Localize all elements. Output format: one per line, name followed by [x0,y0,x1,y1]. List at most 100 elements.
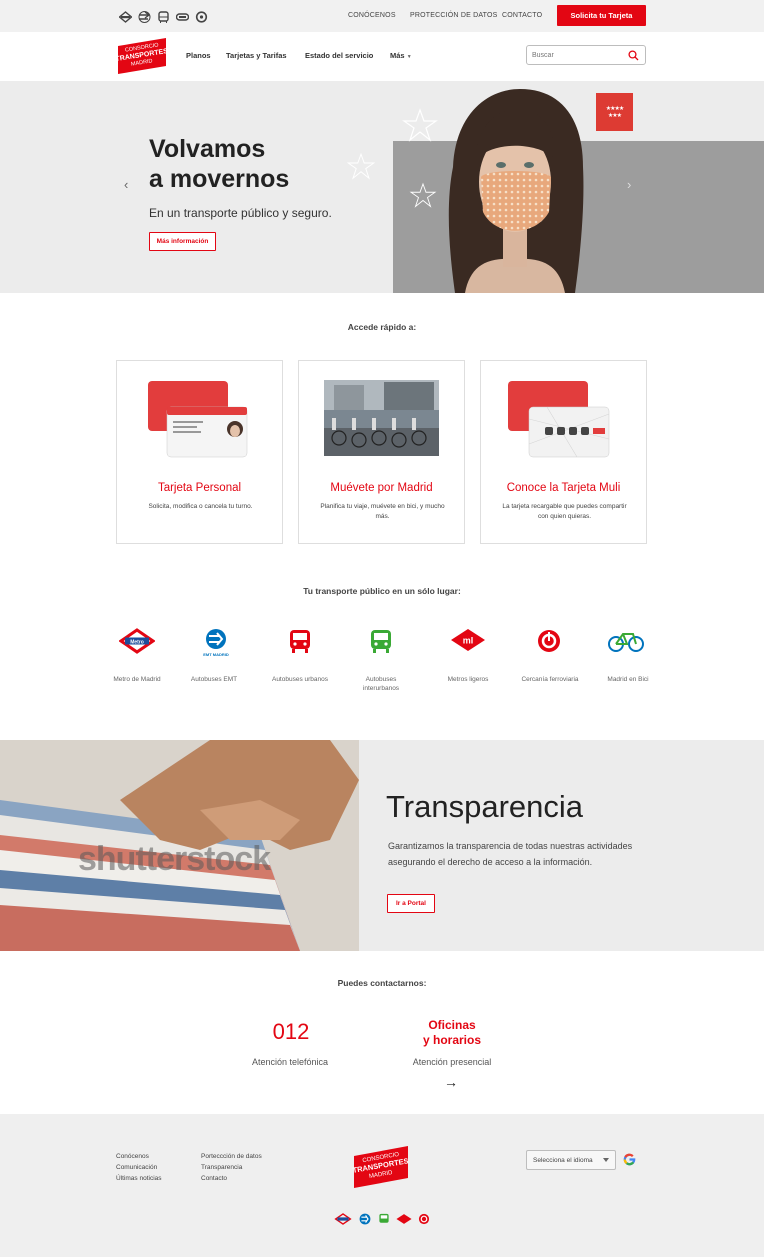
emt-icon: EMT MADRID [203,629,229,657]
arrow-right-icon[interactable]: → [444,1074,458,1090]
phone-number[interactable]: 012 [261,1019,321,1045]
footer-link-ultimas-noticias[interactable]: Últimas noticias [116,1175,162,1182]
mode-metros-ligeros[interactable]: ml [438,628,498,657]
footer-transport-icons [334,1213,430,1225]
mode-label: Autobuses interurbanos [362,676,400,692]
google-icon[interactable] [622,1152,637,1167]
top-link-proteccion-datos[interactable]: PROTECCIÓN DE DATOS [410,12,498,19]
transparency-text: Garantizamos la transparencia de todas n… [388,841,633,867]
transport-title: Tu transporte público en un sólo lugar: [303,586,461,596]
carousel-next-arrow-icon[interactable]: › [627,177,631,192]
mode-madrid-bici[interactable] [596,628,656,659]
mode-label: Metros ligeros [447,676,489,683]
language-select-label: Selecciona el idioma [533,1156,593,1164]
card-title: Conoce la Tarjeta Muli [506,482,621,494]
top-link-conocenos[interactable]: CONÓCENOS [348,12,396,19]
metro-icon[interactable] [118,10,133,23]
caret-down-icon [603,1158,609,1162]
nav-estado-servicio[interactable]: Estado del servicio [305,51,373,60]
mode-cercanias[interactable] [519,628,579,659]
comunidad-madrid-flag-icon: ★★★★ ★★★ [596,93,633,131]
mode-autobuses-emt[interactable]: EMT MADRID [186,628,246,663]
mode-label: Cercanía ferroviaria [521,676,579,683]
main-header [0,32,764,81]
metro-diamond-icon[interactable] [334,1213,352,1225]
nav-tarjetas-tarifas[interactable]: Tarjetas y Tarifas [226,51,287,60]
top-transport-icons [118,10,208,23]
red-bus-icon [290,630,310,653]
green-bus-icon[interactable] [378,1213,390,1225]
footer-link-contacto[interactable]: Contacto [201,1175,227,1182]
mas-informacion-button[interactable]: Más información [149,232,216,251]
tarjeta-personal-image [148,381,248,458]
green-bus-icon [371,630,391,653]
star-decoration-icon [346,152,376,180]
metro-diamond-icon: Metro [118,628,156,654]
nav-mas-label: Más [390,51,405,60]
documents-stack-image: shutterstock [0,740,359,951]
offices-line2: y horarios [422,1033,482,1047]
tram-icon[interactable] [175,10,190,22]
quick-access-title: Accede rápido a: [347,322,417,332]
card-title: Muévete por Madrid [330,482,433,494]
mode-label: Autobuses EMT [190,676,238,683]
svg-text:ml: ml [463,636,474,646]
carousel-prev-arrow-icon[interactable]: ‹ [124,177,128,192]
oficinas-horarios-link[interactable]: Oficinas y horarios [412,1018,492,1048]
cercanias-icon [538,630,560,652]
hero-title-line1: Volvamos [149,135,266,163]
nav-planos[interactable]: Planos [186,51,211,60]
footer-link-transparencia[interactable]: Transparencia [201,1164,242,1171]
footer-link-conocenos[interactable]: Conócenos [116,1153,149,1160]
metro-ligero-icon: ml [451,629,485,651]
svg-text:Metro: Metro [130,639,144,645]
solicita-tarjeta-button[interactable]: Solicita tu Tarjeta [557,5,646,26]
mode-metro-madrid[interactable]: Metro [107,628,167,659]
card-title: Tarjeta Personal [157,482,242,494]
top-utility-bar: CONÓCENOS PROTECCIÓN DE DATOS CONTACTO S… [0,0,764,32]
card-tarjeta-personal[interactable]: Tarjeta Personal Solicita, modifica o ca… [116,360,283,544]
bicimad-station-image [324,380,439,456]
tarjeta-muli-image [508,381,610,458]
hero-banner: ★★★★ ★★★ [0,81,764,293]
bicycle-icon [608,633,644,652]
contact-title: Puedes contactarnos: [337,978,427,988]
hero-woman-image [448,89,584,293]
svg-text:EMT MADRID: EMT MADRID [203,652,229,657]
transparency-title: Transparencia [386,789,584,824]
consorcio-logo[interactable]: CONSORCIO TRANSPORTES MADRID [115,36,169,76]
cercanias-arrows-icon[interactable] [138,10,151,23]
footer-link-proteccion-datos[interactable]: Porteccción de datos [201,1153,262,1160]
emt-icon[interactable] [358,1213,372,1225]
card-muevete-madrid[interactable]: Muévete por Madrid Planifica tu viaje, m… [298,360,465,544]
footer-consorcio-logo[interactable]: CONSORCIO TRANSPORTES MADRID [352,1144,410,1190]
top-link-contacto[interactable]: CONTACTO [502,12,542,19]
hero-subtitle: En un transporte público y seguro. [149,206,332,220]
search-icon[interactable] [628,50,639,61]
footer-link-comunicacion[interactable]: Comunicación [116,1164,157,1171]
nav-mas[interactable]: Más ▼ [390,51,412,60]
mode-label: Metro de Madrid [113,676,161,683]
card-tarjeta-muli[interactable]: Conoce la Tarjeta Muli La tarjeta recarg… [480,360,647,544]
search-input[interactable] [532,50,624,61]
mode-autobuses-urbanos[interactable] [270,628,330,659]
bus-icon[interactable] [157,10,170,23]
renfe-icon[interactable] [195,10,208,23]
mode-label: Madrid en Bici [607,676,649,683]
ir-a-portal-button[interactable]: Ir a Portal [387,894,435,913]
card-description: La tarjeta recargable que puedes compart… [502,503,627,520]
card-description: Planifica tu viaje, muévete en bici, y m… [320,503,445,520]
hero-title: Volvamos a movernos [149,134,289,194]
cercanias-icon[interactable] [418,1213,430,1225]
language-select[interactable]: Selecciona el idioma [526,1150,616,1170]
offices-line1: Oficinas [428,1018,476,1032]
metro-ligero-icon[interactable] [396,1213,412,1225]
shutterstock-watermark: shutterstock [78,840,271,878]
card-description: Solicita, modifica o cancela tu turno. [148,503,253,510]
chevron-down-icon: ▼ [406,54,412,60]
mode-autobuses-interurbanos[interactable] [351,628,411,659]
offices-label: Atención presencial [412,1057,492,1067]
search-box [526,45,646,65]
hero-title-line2: a movernos [149,165,290,193]
phone-label: Atención telefónica [251,1057,329,1067]
